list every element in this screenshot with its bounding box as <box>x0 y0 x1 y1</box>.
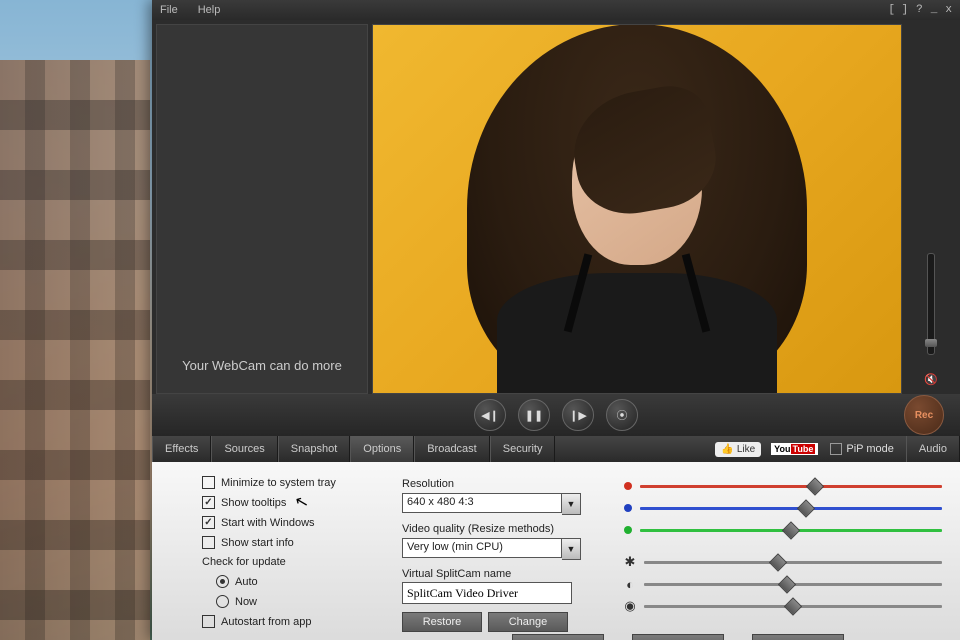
green-dot-icon <box>624 526 632 534</box>
contrast-icon: ◐ <box>624 577 636 592</box>
label-resolution: Resolution <box>402 478 612 490</box>
label-show-tooltips: Show tooltips <box>221 497 286 509</box>
tab-security[interactable]: Security <box>490 436 556 462</box>
resolution-select[interactable]: 640 x 480 4:3 <box>402 493 562 513</box>
slider-red[interactable] <box>640 485 942 488</box>
splitcam-window: File Help [ ] ? _ x Your WebCam can do m… <box>152 0 960 640</box>
left-panel-text: Your WebCam can do more <box>182 358 342 373</box>
tabs-row: Effects Sources Snapshot Options Broadca… <box>152 436 960 462</box>
label-update-auto: Auto <box>235 576 258 588</box>
tab-broadcast[interactable]: Broadcast <box>414 436 490 462</box>
window-minimize[interactable]: _ <box>931 4 938 16</box>
quality-dropdown-icon[interactable]: ▼ <box>562 538 581 560</box>
prev-button[interactable]: ◀❙ <box>474 399 506 431</box>
pip-mode-checkbox[interactable]: PiP mode <box>830 443 894 455</box>
window-brackets[interactable]: [ ] <box>888 4 908 16</box>
zoom-slider[interactable] <box>927 253 935 355</box>
checkbox-start-windows[interactable]: ✓ <box>202 516 215 529</box>
next-button[interactable]: ❙▶ <box>562 399 594 431</box>
options-column-2: Resolution 640 x 480 4:3 ▼ Video quality… <box>402 476 612 640</box>
pause-button[interactable]: ❚❚ <box>518 399 550 431</box>
slider-gamma[interactable] <box>644 605 942 608</box>
slider-green[interactable] <box>640 529 942 532</box>
load-button[interactable]: Load <box>512 634 604 640</box>
checkbox-autostart-app[interactable] <box>202 615 215 628</box>
tab-options[interactable]: Options <box>350 436 414 462</box>
slider-contrast-handle[interactable] <box>778 575 796 593</box>
quality-select[interactable]: Very low (min CPU) <box>402 538 562 558</box>
checkbox-show-start-info[interactable] <box>202 536 215 549</box>
radio-update-auto[interactable] <box>216 575 229 588</box>
tab-snapshot[interactable]: Snapshot <box>278 436 350 462</box>
options-column-1: Minimize to system tray ✓ Show tooltips ✓… <box>202 476 402 640</box>
label-minimize-tray: Minimize to system tray <box>221 477 336 489</box>
default-button[interactable]: Default <box>752 634 844 640</box>
zoom-handle[interactable] <box>925 339 937 347</box>
preview-image <box>373 25 901 393</box>
change-button[interactable]: Change <box>488 612 568 632</box>
window-close[interactable]: x <box>945 4 952 16</box>
youtube-button[interactable]: Tube <box>771 443 818 455</box>
tab-effects[interactable]: Effects <box>152 436 211 462</box>
record-button[interactable]: Rec <box>904 395 944 435</box>
bottom-buttons: Load Save Default <box>512 634 844 640</box>
slider-green-handle[interactable] <box>782 521 800 539</box>
slider-red-handle[interactable] <box>806 477 824 495</box>
label-start-windows: Start with Windows <box>221 517 315 529</box>
titlebar: File Help [ ] ? _ x <box>152 0 960 20</box>
slider-gamma-handle[interactable] <box>784 597 802 615</box>
label-show-start-info: Show start info <box>221 537 294 549</box>
save-button[interactable]: Save <box>632 634 724 640</box>
slider-brightness-handle[interactable] <box>769 553 787 571</box>
menu-help[interactable]: Help <box>198 4 221 16</box>
slider-contrast[interactable] <box>644 583 942 586</box>
label-autostart-app: Autostart from app <box>221 616 312 628</box>
window-help-icon[interactable]: ? <box>916 4 923 16</box>
checkbox-show-tooltips[interactable]: ✓ <box>202 496 215 509</box>
blue-dot-icon <box>624 504 632 512</box>
left-panel: Your WebCam can do more <box>156 24 368 394</box>
volume-icon[interactable]: 🔇 <box>924 373 938 386</box>
snapshot-button[interactable]: ⦿ <box>606 399 638 431</box>
menu-file[interactable]: File <box>160 4 178 16</box>
options-column-3: ✱ ◐ ◉ <box>612 476 942 640</box>
label-check-update: Check for update <box>202 556 402 568</box>
resolution-dropdown-icon[interactable]: ▼ <box>562 493 581 515</box>
label-update-now: Now <box>235 596 257 608</box>
upper-area: Your WebCam can do more 🔇 <box>152 20 960 394</box>
thumbs-up-icon: 👍 <box>721 444 733 455</box>
label-virtual-name: Virtual SplitCam name <box>402 568 612 580</box>
video-preview[interactable] <box>372 24 902 394</box>
brightness-icon: ✱ <box>624 554 636 570</box>
restore-button[interactable]: Restore <box>402 612 482 632</box>
red-dot-icon <box>624 482 632 490</box>
tab-sources[interactable]: Sources <box>211 436 277 462</box>
tab-audio[interactable]: Audio <box>906 436 960 462</box>
playback-controls: ◀❙ ❚❚ ❙▶ ⦿ Rec <box>152 394 960 436</box>
desktop-background: File Help [ ] ? _ x Your WebCam can do m… <box>0 0 960 640</box>
checkbox-minimize-tray[interactable] <box>202 476 215 489</box>
options-panel: Minimize to system tray ✓ Show tooltips ✓… <box>152 462 960 640</box>
slider-brightness[interactable] <box>644 561 942 564</box>
gamma-icon: ◉ <box>624 598 636 614</box>
like-button[interactable]: 👍Like <box>715 442 761 457</box>
radio-update-now[interactable] <box>216 595 229 608</box>
wallpaper-buildings <box>0 60 150 640</box>
virtual-name-input[interactable] <box>402 582 572 604</box>
right-controls: 🔇 <box>906 24 956 394</box>
slider-blue[interactable] <box>640 507 942 510</box>
label-quality: Video quality (Resize methods) <box>402 523 612 535</box>
slider-blue-handle[interactable] <box>797 499 815 517</box>
